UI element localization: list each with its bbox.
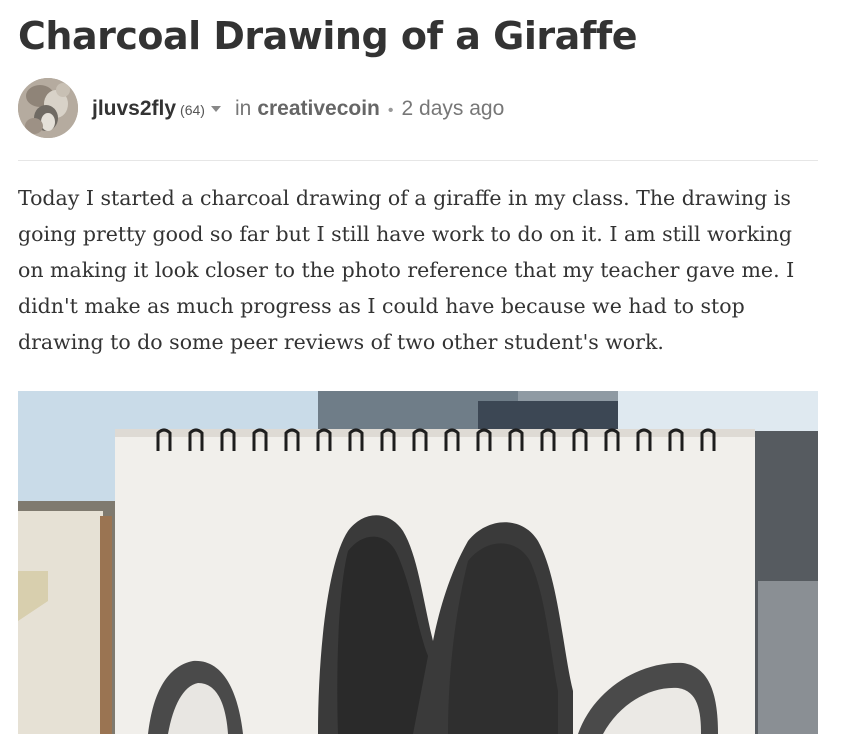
post-image[interactable]: [18, 391, 818, 734]
meta-separator: •: [387, 102, 394, 119]
in-label: in: [234, 97, 252, 120]
avatar-image: [18, 78, 78, 138]
author-reputation: (64): [180, 102, 205, 118]
author-link[interactable]: jluvs2fly: [92, 96, 176, 122]
post-timestamp[interactable]: 2 days ago: [402, 96, 505, 122]
post-title: Charcoal Drawing of a Giraffe: [18, 14, 638, 58]
author-avatar[interactable]: [18, 78, 78, 138]
chevron-down-icon[interactable]: [210, 106, 221, 112]
post-meta: jluvs2fly (64) in creativecoin • 2 days …: [92, 96, 504, 124]
post-byline: jluvs2fly (64) in creativecoin • 2 days …: [18, 78, 818, 140]
community-link[interactable]: creativecoin: [257, 96, 380, 122]
divider: [18, 160, 818, 161]
post-body: Today I started a charcoal drawing of a …: [18, 186, 795, 354]
giraffe-drawing-photo: [18, 391, 818, 734]
